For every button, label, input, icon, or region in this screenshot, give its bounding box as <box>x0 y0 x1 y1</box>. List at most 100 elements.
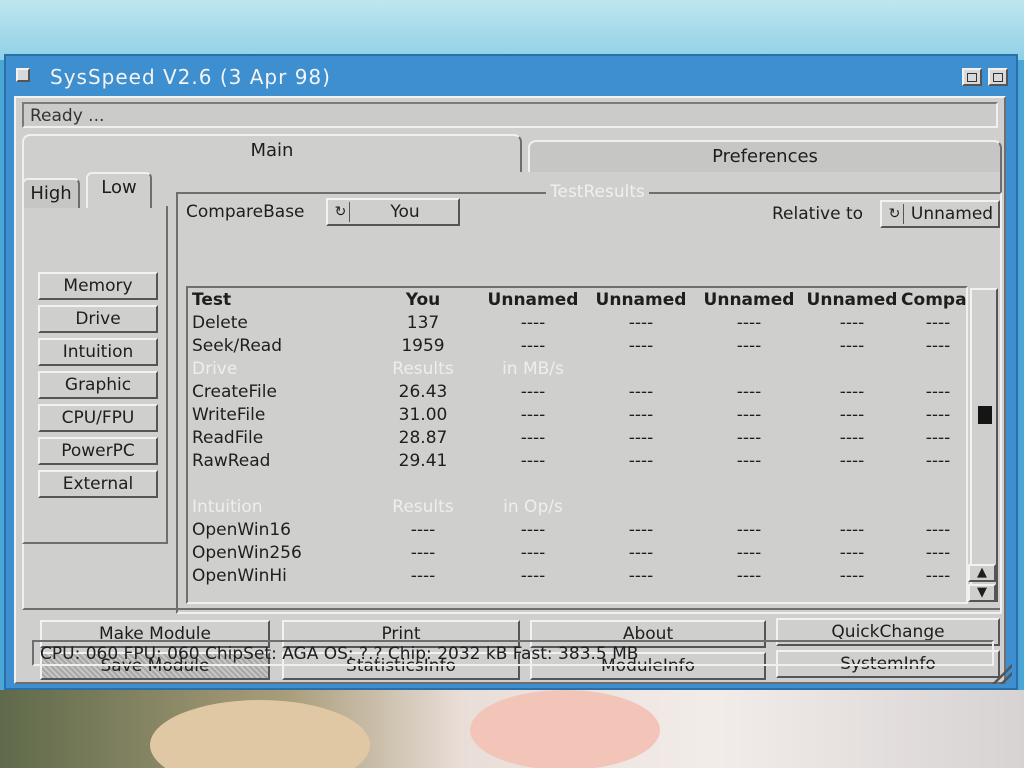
column-header: Unnamed <box>703 290 795 310</box>
table-cell: Results <box>392 359 454 379</box>
table-row: Delete 137 ---- ---- ---- ---- ---- <box>188 313 966 336</box>
table-cell: ---- <box>839 382 865 402</box>
wallpaper-shape <box>470 690 660 768</box>
table-row: OpenWinHi ---- ---- ---- ---- ---- ---- <box>188 566 966 589</box>
tab-high[interactable]: High <box>22 178 80 208</box>
test-results-label: TestResults <box>546 182 649 202</box>
close-window-icon[interactable] <box>16 68 30 82</box>
table-cell: in MB/s <box>502 359 564 379</box>
table-cell: ---- <box>628 543 654 563</box>
table-cell: 28.87 <box>398 428 448 448</box>
table-cell: RawRead <box>192 451 271 471</box>
column-header: Unnamed <box>487 290 579 310</box>
table-cell: ---- <box>925 451 951 471</box>
table-cell: ---- <box>839 451 865 471</box>
relative-to-value: Unnamed <box>910 204 994 224</box>
compare-base-cycle[interactable]: ↻ You <box>326 198 460 226</box>
table-cell: ---- <box>520 520 546 540</box>
table-cell: ---- <box>839 336 865 356</box>
table-cell: 137 <box>406 313 440 333</box>
table-cell: ---- <box>520 566 546 586</box>
table-cell: 29.41 <box>398 451 448 471</box>
relative-to-cycle[interactable]: ↻ Unnamed <box>880 200 1000 228</box>
memory-button[interactable]: Memory <box>38 272 158 300</box>
window-title: SysSpeed V2.6 (3 Apr 98) <box>50 65 331 89</box>
table-cell: 26.43 <box>398 382 448 402</box>
results-listview[interactable]: Test You Unnamed Unnamed Unnamed Unnamed… <box>186 286 968 604</box>
cycle-gadget-icon: ↻ <box>332 202 350 222</box>
results-scrollbar[interactable] <box>970 288 998 602</box>
table-cell: ---- <box>736 313 762 333</box>
table-cell: ---- <box>925 543 951 563</box>
tab-main[interactable]: Main <box>22 134 522 172</box>
relative-to-label: Relative to <box>772 204 864 224</box>
tab-low[interactable]: Low <box>86 172 152 208</box>
table-row: RawRead 29.41 ---- ---- ---- ---- ---- <box>188 451 966 474</box>
table-cell: Seek/Read <box>192 336 282 356</box>
table-row: OpenWin16 ---- ---- ---- ---- ---- ---- <box>188 520 966 543</box>
column-header: Unnamed <box>595 290 687 310</box>
column-header: Compar <box>901 290 968 310</box>
table-row: CreateFile 26.43 ---- ---- ---- ---- ---- <box>188 382 966 405</box>
table-cell: ---- <box>736 336 762 356</box>
drive-button[interactable]: Drive <box>38 305 158 333</box>
table-cell: 31.00 <box>398 405 448 425</box>
table-cell: ---- <box>628 520 654 540</box>
table-cell: ---- <box>520 543 546 563</box>
table-cell: ---- <box>839 405 865 425</box>
table-cell: ---- <box>520 336 546 356</box>
table-cell: 1959 <box>401 336 445 356</box>
table-cell: CreateFile <box>192 382 277 402</box>
title-bar[interactable]: SysSpeed V2.6 (3 Apr 98) <box>6 56 1016 96</box>
window-client-area: Ready ... Main Preferences High Low Memo… <box>14 96 1006 684</box>
cycle-gadget-icon: ↻ <box>886 204 904 224</box>
system-info-bar: CPU: 060 FPU: 060 ChipSet: AGA OS: ?.? C… <box>32 640 994 666</box>
table-cell: ---- <box>410 520 436 540</box>
table-cell: ---- <box>410 566 436 586</box>
compare-base-label: CompareBase <box>186 202 305 222</box>
intuition-button[interactable]: Intuition <box>38 338 158 366</box>
table-cell: ---- <box>736 451 762 471</box>
table-row: OpenWin256 ---- ---- ---- ---- ---- ---- <box>188 543 966 566</box>
table-cell: ---- <box>628 451 654 471</box>
table-cell: ---- <box>736 566 762 586</box>
table-cell: ---- <box>628 336 654 356</box>
table-cell: ---- <box>925 520 951 540</box>
table-cell: ---- <box>628 428 654 448</box>
table-cell: ---- <box>628 405 654 425</box>
table-cell: ---- <box>839 313 865 333</box>
powerpc-button[interactable]: PowerPC <box>38 437 158 465</box>
table-cell: ---- <box>839 428 865 448</box>
table-cell: Delete <box>192 313 248 333</box>
table-cell: ---- <box>925 405 951 425</box>
iconify-icon[interactable] <box>962 68 982 86</box>
compare-base-value: You <box>390 202 420 222</box>
table-cell: OpenWin256 <box>192 543 302 563</box>
table-cell: ---- <box>925 313 951 333</box>
table-cell: WriteFile <box>192 405 266 425</box>
external-button[interactable]: External <box>38 470 158 498</box>
table-cell: ---- <box>628 313 654 333</box>
table-row: Seek/Read 1959 ---- ---- ---- ---- ---- <box>188 336 966 359</box>
table-cell: ---- <box>839 543 865 563</box>
depth-arrange-icon[interactable] <box>988 68 1008 86</box>
tab-preferences[interactable]: Preferences <box>528 140 1002 172</box>
table-cell: ---- <box>839 520 865 540</box>
section-row: Drive Results in MB/s <box>188 359 966 382</box>
results-header-row: Test You Unnamed Unnamed Unnamed Unnamed… <box>188 290 968 313</box>
table-cell: Results <box>392 497 454 517</box>
table-cell: ---- <box>410 543 436 563</box>
table-cell: ReadFile <box>192 428 264 448</box>
desktop-background <box>0 0 1024 60</box>
graphic-button[interactable]: Graphic <box>38 371 158 399</box>
table-cell: ---- <box>520 428 546 448</box>
scroll-up-icon[interactable]: ▲ <box>968 564 996 582</box>
scroll-knob[interactable] <box>978 406 992 424</box>
table-cell: ---- <box>520 405 546 425</box>
table-cell: ---- <box>520 451 546 471</box>
cpu-fpu-button[interactable]: CPU/FPU <box>38 404 158 432</box>
resize-gadget-icon[interactable] <box>992 664 1012 684</box>
table-cell: ---- <box>736 520 762 540</box>
table-cell: Drive <box>192 359 238 379</box>
scroll-down-icon[interactable]: ▼ <box>968 584 996 602</box>
